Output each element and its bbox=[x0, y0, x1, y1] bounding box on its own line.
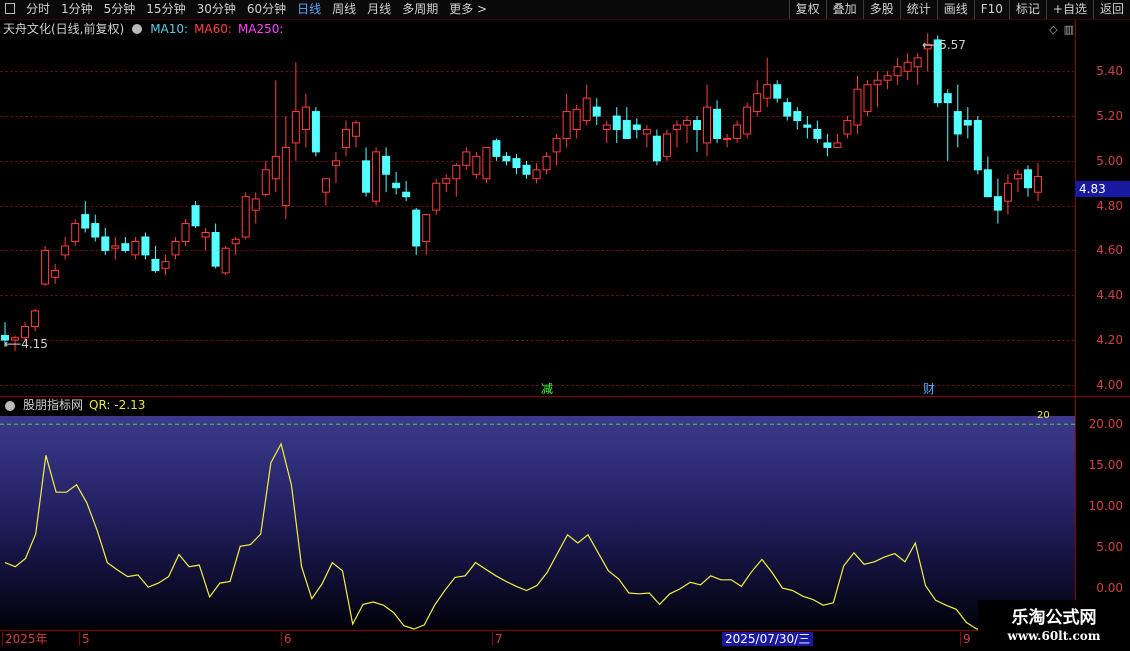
price-tick: 5.00 bbox=[1096, 153, 1123, 168]
reference-line-label: 20 bbox=[1037, 410, 1050, 421]
indicator-tick: 20.00 bbox=[1088, 417, 1123, 432]
price-tick: 4.20 bbox=[1096, 333, 1123, 347]
date-label: 2025年 bbox=[2, 632, 48, 646]
cursor-date: 2025/07/30/三 bbox=[722, 632, 814, 646]
watermark-url: www.60lt.com bbox=[1007, 629, 1101, 643]
price-tick: 5.40 bbox=[1096, 64, 1123, 79]
price-tick: 4.80 bbox=[1096, 198, 1123, 213]
date-label: 9 bbox=[960, 632, 971, 646]
price-tick: 4.60 bbox=[1096, 243, 1123, 258]
price-tick: 5.20 bbox=[1096, 109, 1123, 124]
indicator-tick: 0.00 bbox=[1096, 581, 1123, 596]
date-axis: 2025/07/30/三 2025年 5 6 7 9 bbox=[0, 630, 1130, 651]
price-tick: 4.40 bbox=[1096, 288, 1123, 303]
date-label: 5 bbox=[79, 632, 90, 646]
watermark-logo: 乐淘公式网 www.60lt.com bbox=[978, 600, 1130, 650]
indicator-tick: 10.00 bbox=[1088, 499, 1123, 514]
price-tick: 4.00 bbox=[1096, 377, 1123, 392]
price-axis: 5.40 5.20 5.00 4.80 4.60 4.40 4.20 4.00 bbox=[1075, 20, 1130, 396]
date-label: 7 bbox=[492, 632, 503, 646]
date-label: 6 bbox=[281, 632, 292, 646]
toolbar-button[interactable]: 返回 bbox=[1092, 0, 1130, 19]
current-price-tag: 4.83 bbox=[1075, 181, 1130, 197]
indicator-tick: 5.00 bbox=[1096, 540, 1123, 555]
indicator-axis: 20.00 15.00 10.00 5.00 0.00 bbox=[1075, 397, 1130, 629]
qr-indicator-chart[interactable] bbox=[0, 0, 1075, 650]
watermark-title: 乐淘公式网 bbox=[1011, 608, 1097, 628]
indicator-tick: 15.00 bbox=[1088, 458, 1123, 473]
qr-line bbox=[4, 442, 1039, 630]
